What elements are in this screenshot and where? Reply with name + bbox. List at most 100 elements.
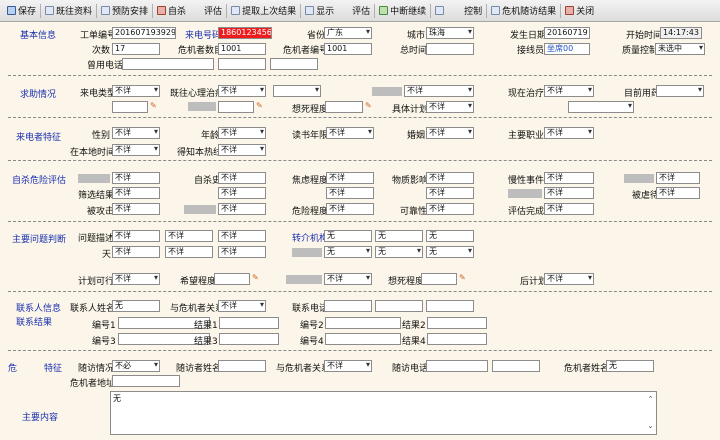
province-select[interactable]: 广东 xyxy=(324,27,372,39)
days-1[interactable]: 不详 xyxy=(112,246,160,258)
trust-field[interactable]: 不详 xyxy=(426,203,474,215)
contact-name-field[interactable]: 无 xyxy=(112,300,160,312)
res3-field[interactable] xyxy=(219,333,279,345)
gender-select[interactable]: 不详 xyxy=(112,127,160,139)
help-field-a[interactable] xyxy=(112,101,148,113)
toolbar-crisis-result-button[interactable]: 危机随访结果 xyxy=(488,2,559,20)
toolbar-fetch-last-button[interactable]: 提取上次结果 xyxy=(228,2,299,20)
danger-level-field[interactable]: 不详 xyxy=(326,203,374,215)
death-level-2-field[interactable] xyxy=(421,273,457,285)
problem-select-x[interactable]: 不详 xyxy=(324,273,372,285)
pencil-icon[interactable]: ✎ xyxy=(459,273,466,282)
past-psy-select[interactable]: 不详 xyxy=(218,85,266,97)
crisis-name-field[interactable]: 无 xyxy=(606,360,654,372)
toolbar-show-eval-button[interactable]: 显示 评估 xyxy=(302,2,373,20)
toolbar-suicide-eval-button[interactable]: 自杀 评估 xyxy=(154,2,225,20)
caller-no-field[interactable]: 1860123456 xyxy=(218,27,272,39)
contact-phone-field[interactable] xyxy=(324,300,372,312)
operator-field[interactable]: 坐席00 xyxy=(544,43,590,55)
job-select[interactable]: 不详 xyxy=(544,127,594,139)
crisis-count-field[interactable]: 1001 xyxy=(218,43,266,55)
no4-field[interactable] xyxy=(325,333,401,345)
help-select-4[interactable] xyxy=(568,101,634,113)
death-level-field[interactable] xyxy=(325,101,363,113)
toolbar-control-button[interactable]: 控制 xyxy=(432,2,485,20)
eval-done-field[interactable]: 不详 xyxy=(544,203,594,215)
res2-field[interactable] xyxy=(427,317,487,329)
phone-used-2[interactable] xyxy=(218,58,266,70)
risk-field-5[interactable]: 不详 xyxy=(426,187,474,199)
despair-field[interactable]: 不详 xyxy=(326,172,374,184)
screen-result-field[interactable]: 不详 xyxy=(112,187,160,199)
crisis-no-field[interactable]: 1001 xyxy=(324,43,372,55)
risk-field-7[interactable]: 不详 xyxy=(218,203,266,215)
no2-field[interactable] xyxy=(325,317,401,329)
contact-phone-field-3[interactable] xyxy=(426,300,474,312)
help-select-3[interactable]: 不详 xyxy=(404,85,474,97)
crisis-addr-field[interactable] xyxy=(112,375,180,387)
abused-field[interactable]: 不详 xyxy=(656,187,700,199)
now-treat-select[interactable]: 不详 xyxy=(544,85,594,97)
contact-phone-field-2[interactable] xyxy=(375,300,423,312)
referral-select-2[interactable]: 无 xyxy=(375,246,423,258)
city-select[interactable]: 珠海 xyxy=(426,27,474,39)
pencil-icon[interactable]: ✎ xyxy=(252,273,259,282)
current-drug-select[interactable] xyxy=(656,85,704,97)
times-field[interactable]: 17 xyxy=(112,43,160,55)
risk-field-2[interactable]: 不详 xyxy=(656,172,700,184)
suicide-hist-field[interactable]: 不详 xyxy=(218,172,266,184)
risk-field-3[interactable]: 不详 xyxy=(218,187,266,199)
problem-desc-2[interactable]: 不详 xyxy=(165,230,213,242)
visit-phone-field[interactable] xyxy=(426,360,488,372)
referral-1[interactable]: 无 xyxy=(324,230,372,242)
phone-used-3[interactable] xyxy=(270,58,318,70)
textarea-scrollbar[interactable]: ⌃ ⌄ xyxy=(646,393,655,433)
days-3[interactable]: 不详 xyxy=(218,246,266,258)
total-time-field[interactable] xyxy=(426,43,474,55)
toolbar-save-button[interactable]: 保存 xyxy=(4,2,39,20)
referral-2[interactable]: 无 xyxy=(375,230,423,242)
attacked-field[interactable]: 不详 xyxy=(112,203,160,215)
visitor-name-field[interactable] xyxy=(218,360,266,372)
past-psy-select-2[interactable] xyxy=(273,85,321,97)
toolbar-past-info-button[interactable]: 既往资料 xyxy=(42,2,95,20)
risk-field-6[interactable]: 不详 xyxy=(544,187,594,199)
visit-status-select[interactable]: 不必 xyxy=(112,360,160,372)
hotline-select[interactable]: 不详 xyxy=(218,144,266,156)
pencil-icon[interactable]: ✎ xyxy=(150,101,157,110)
work-no-field[interactable]: 201607193929 xyxy=(112,27,176,39)
pencil-icon[interactable]: ✎ xyxy=(365,101,372,110)
date-field[interactable]: 20160719 xyxy=(544,27,590,39)
days-2[interactable]: 不详 xyxy=(165,246,213,258)
plan-select[interactable]: 不详 xyxy=(426,101,474,113)
res1-field[interactable] xyxy=(219,317,279,329)
referral-select-1[interactable]: 无 xyxy=(324,246,372,258)
toolbar-prevention-button[interactable]: 预防安排 xyxy=(98,2,151,20)
age-select[interactable]: 不详 xyxy=(218,127,266,139)
referral-select-3[interactable]: 无 xyxy=(426,246,474,258)
call-type-select[interactable]: 不详 xyxy=(112,85,160,97)
toolbar-close-button[interactable]: 关闭 xyxy=(562,2,597,20)
referral-3[interactable]: 无 xyxy=(426,230,474,242)
material-field[interactable]: 不详 xyxy=(426,172,474,184)
problem-desc-3[interactable]: 不详 xyxy=(218,230,266,242)
post-plan-select[interactable]: 不详 xyxy=(544,273,594,285)
relation-select[interactable]: 不详 xyxy=(218,300,266,312)
marriage-select[interactable]: 不详 xyxy=(426,127,474,139)
qc-select[interactable]: 未选中 xyxy=(655,43,705,55)
local-time-select[interactable]: 不详 xyxy=(112,144,160,156)
start-time-field[interactable]: 14:17:43 xyxy=(660,27,702,39)
hope-field[interactable] xyxy=(214,273,250,285)
risk-field-1[interactable]: 不详 xyxy=(112,172,160,184)
risk-field-4[interactable]: 不详 xyxy=(326,187,374,199)
edu-select[interactable]: 不详 xyxy=(326,127,374,139)
scroll-down-icon[interactable]: ⌄ xyxy=(646,420,655,433)
scroll-up-icon[interactable]: ⌃ xyxy=(646,393,655,406)
problem-desc-1[interactable]: 不详 xyxy=(112,230,160,242)
help-field-b[interactable] xyxy=(218,101,254,113)
main-content-textarea[interactable]: 无 ⌃ ⌄ xyxy=(110,391,657,435)
life-event-field[interactable]: 不详 xyxy=(544,172,594,184)
pencil-icon[interactable]: ✎ xyxy=(256,101,263,110)
toolbar-interrupt-button[interactable]: 中断继续 xyxy=(376,2,429,20)
visit-phone-field-2[interactable] xyxy=(492,360,540,372)
